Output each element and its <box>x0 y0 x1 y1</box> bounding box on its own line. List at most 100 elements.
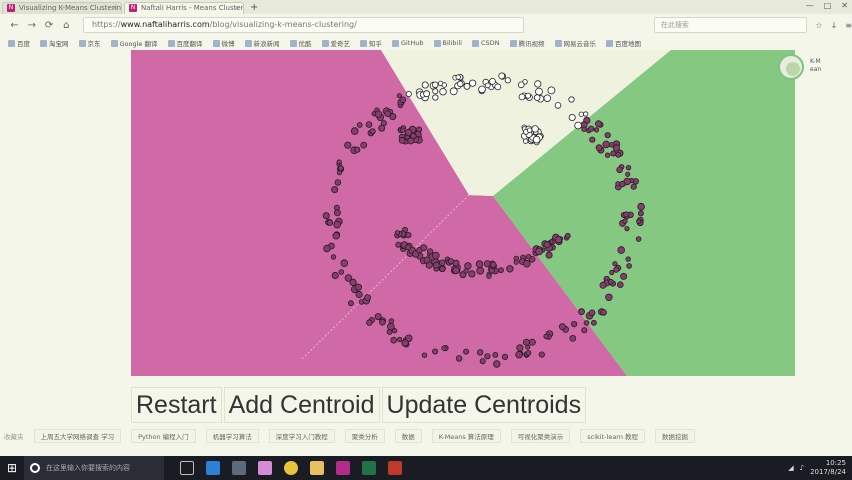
app-icon[interactable] <box>388 461 402 475</box>
data-point <box>493 360 501 368</box>
link-item[interactable]: 上周五大学网络调查 学习 <box>33 429 122 443</box>
clock[interactable]: 10:25 2017/8/24 <box>810 459 846 477</box>
edge-icon[interactable] <box>206 461 220 475</box>
update-centroids-button[interactable]: Update Centroids <box>381 387 587 423</box>
windows-start-icon[interactable]: ⊞ <box>0 461 24 475</box>
taskbar-apps <box>180 461 402 475</box>
bookmark-item[interactable]: 淘宝网 <box>40 38 69 48</box>
data-point <box>338 269 345 275</box>
close-window-icon[interactable]: ✕ <box>841 1 848 10</box>
voronoi-plot[interactable] <box>131 50 795 376</box>
bookmark-item[interactable]: 百度翻译 <box>167 38 203 48</box>
bookmark-item[interactable]: 百度地图 <box>606 38 641 48</box>
data-point <box>516 344 524 352</box>
bookmark-item[interactable]: 优酷 <box>289 38 312 48</box>
download-icon[interactable]: ↓ <box>831 21 838 30</box>
link-item[interactable]: scikit-learn 教程 <box>580 429 646 443</box>
link-item[interactable]: 数据挖掘 <box>655 429 696 443</box>
app-icon[interactable] <box>336 461 350 475</box>
data-point <box>600 309 607 316</box>
data-point <box>545 251 553 259</box>
data-point <box>399 96 407 104</box>
bookmark-item[interactable]: 腾讯视频 <box>509 38 545 48</box>
tab-naftali[interactable]: N Naftali Harris - Means Clusterin × <box>124 2 244 14</box>
bookmark-item[interactable]: 京东 <box>78 38 101 48</box>
tab-label: Naftali Harris - Means Clusterin <box>141 4 244 12</box>
excel-icon[interactable] <box>362 461 376 475</box>
back-icon[interactable]: ← <box>6 20 23 31</box>
home-icon[interactable]: ⌂ <box>58 20 75 31</box>
data-point <box>578 111 584 117</box>
close-icon[interactable]: × <box>234 3 240 13</box>
explorer-icon[interactable] <box>310 461 324 475</box>
data-point <box>331 186 339 194</box>
bookmark-item[interactable]: Google 翻译 <box>110 38 158 48</box>
window-controls: — □ ✕ <box>806 1 848 10</box>
data-point <box>625 171 631 177</box>
tab-visualizing[interactable]: N Visualizing K-Means Clusterin × <box>2 2 122 14</box>
data-point <box>468 270 476 278</box>
data-point <box>528 338 536 346</box>
bookmark-item[interactable]: 爱奇艺 <box>321 38 350 48</box>
reload-icon[interactable]: ⟳ <box>40 20 57 31</box>
address-bar[interactable]: https://www.naftaliharris.com/blog/visua… <box>82 17 524 33</box>
data-point <box>526 127 533 133</box>
data-point <box>489 261 497 269</box>
bookmark-item[interactable]: 知乎 <box>360 38 382 48</box>
avatar[interactable] <box>778 54 804 80</box>
data-point <box>622 218 628 224</box>
link-item[interactable]: 数据 <box>394 429 422 443</box>
new-tab-icon[interactable]: + <box>250 2 258 14</box>
close-icon[interactable]: × <box>112 3 118 13</box>
taskbar-search[interactable]: 在这里输入你要搜索的内容 <box>24 456 164 480</box>
bookmark-item[interactable]: 新浪新闻 <box>244 38 280 48</box>
bookmark-label: 百度翻译 <box>176 40 203 48</box>
link-item[interactable]: 深度学习入门教程 <box>268 429 335 443</box>
bookmark-item[interactable]: Bilibili <box>433 39 462 47</box>
add-centroid-button[interactable]: Add Centroid <box>223 387 380 423</box>
bookmark-label: Bilibili <box>442 39 462 47</box>
chrome-icon[interactable] <box>284 461 298 475</box>
bookmark-item[interactable]: 微博 <box>212 38 235 48</box>
bookmark-icon <box>40 39 47 47</box>
browser-toolbar: ← → ⟳ ⌂ https://www.naftaliharris.com/bl… <box>0 14 852 36</box>
avatar-tag-line: K-M <box>810 58 821 65</box>
app-icon[interactable] <box>258 461 272 475</box>
data-point <box>574 121 582 130</box>
minimize-icon[interactable]: — <box>806 1 814 10</box>
data-point <box>604 152 611 158</box>
link-item[interactable]: K-Means 算法原理 <box>431 429 501 443</box>
bookmark-icon <box>244 39 252 47</box>
data-point <box>333 220 342 229</box>
bookmark-item[interactable]: 网易云音乐 <box>554 38 596 48</box>
data-point <box>543 333 549 339</box>
bookmark-item[interactable]: 百度 <box>8 38 30 48</box>
data-point <box>421 352 428 358</box>
search-input[interactable]: 在此搜索 <box>653 17 808 33</box>
network-icon[interactable]: ◢ <box>788 464 793 472</box>
bookmark-item[interactable]: GitHub <box>392 39 424 47</box>
data-point <box>525 253 532 260</box>
star-icon[interactable]: ☆ <box>815 21 822 30</box>
kmeans-canvas[interactable] <box>131 50 795 376</box>
maximize-icon[interactable]: □ <box>824 1 832 10</box>
data-point <box>486 273 492 279</box>
forward-icon[interactable]: → <box>23 20 40 31</box>
task-view-icon[interactable] <box>180 461 194 475</box>
menu-icon[interactable]: ≡ <box>845 21 852 30</box>
restart-button[interactable]: Restart <box>131 387 222 423</box>
volume-icon[interactable]: ♪ <box>800 464 804 472</box>
data-point <box>395 241 402 248</box>
data-point <box>475 260 484 268</box>
link-item[interactable]: 可视化聚类演示 <box>510 429 571 443</box>
data-point <box>432 261 440 269</box>
bookmark-item[interactable]: CSDN <box>471 39 500 47</box>
data-point <box>558 323 566 331</box>
data-point <box>394 230 400 236</box>
link-item[interactable]: Python 编程入门 <box>131 429 196 443</box>
data-point <box>441 345 447 351</box>
link-item[interactable]: 机器学习算法 <box>205 429 259 443</box>
link-item[interactable]: 聚类分析 <box>344 429 385 443</box>
data-point <box>432 94 439 101</box>
store-icon[interactable] <box>232 461 246 475</box>
